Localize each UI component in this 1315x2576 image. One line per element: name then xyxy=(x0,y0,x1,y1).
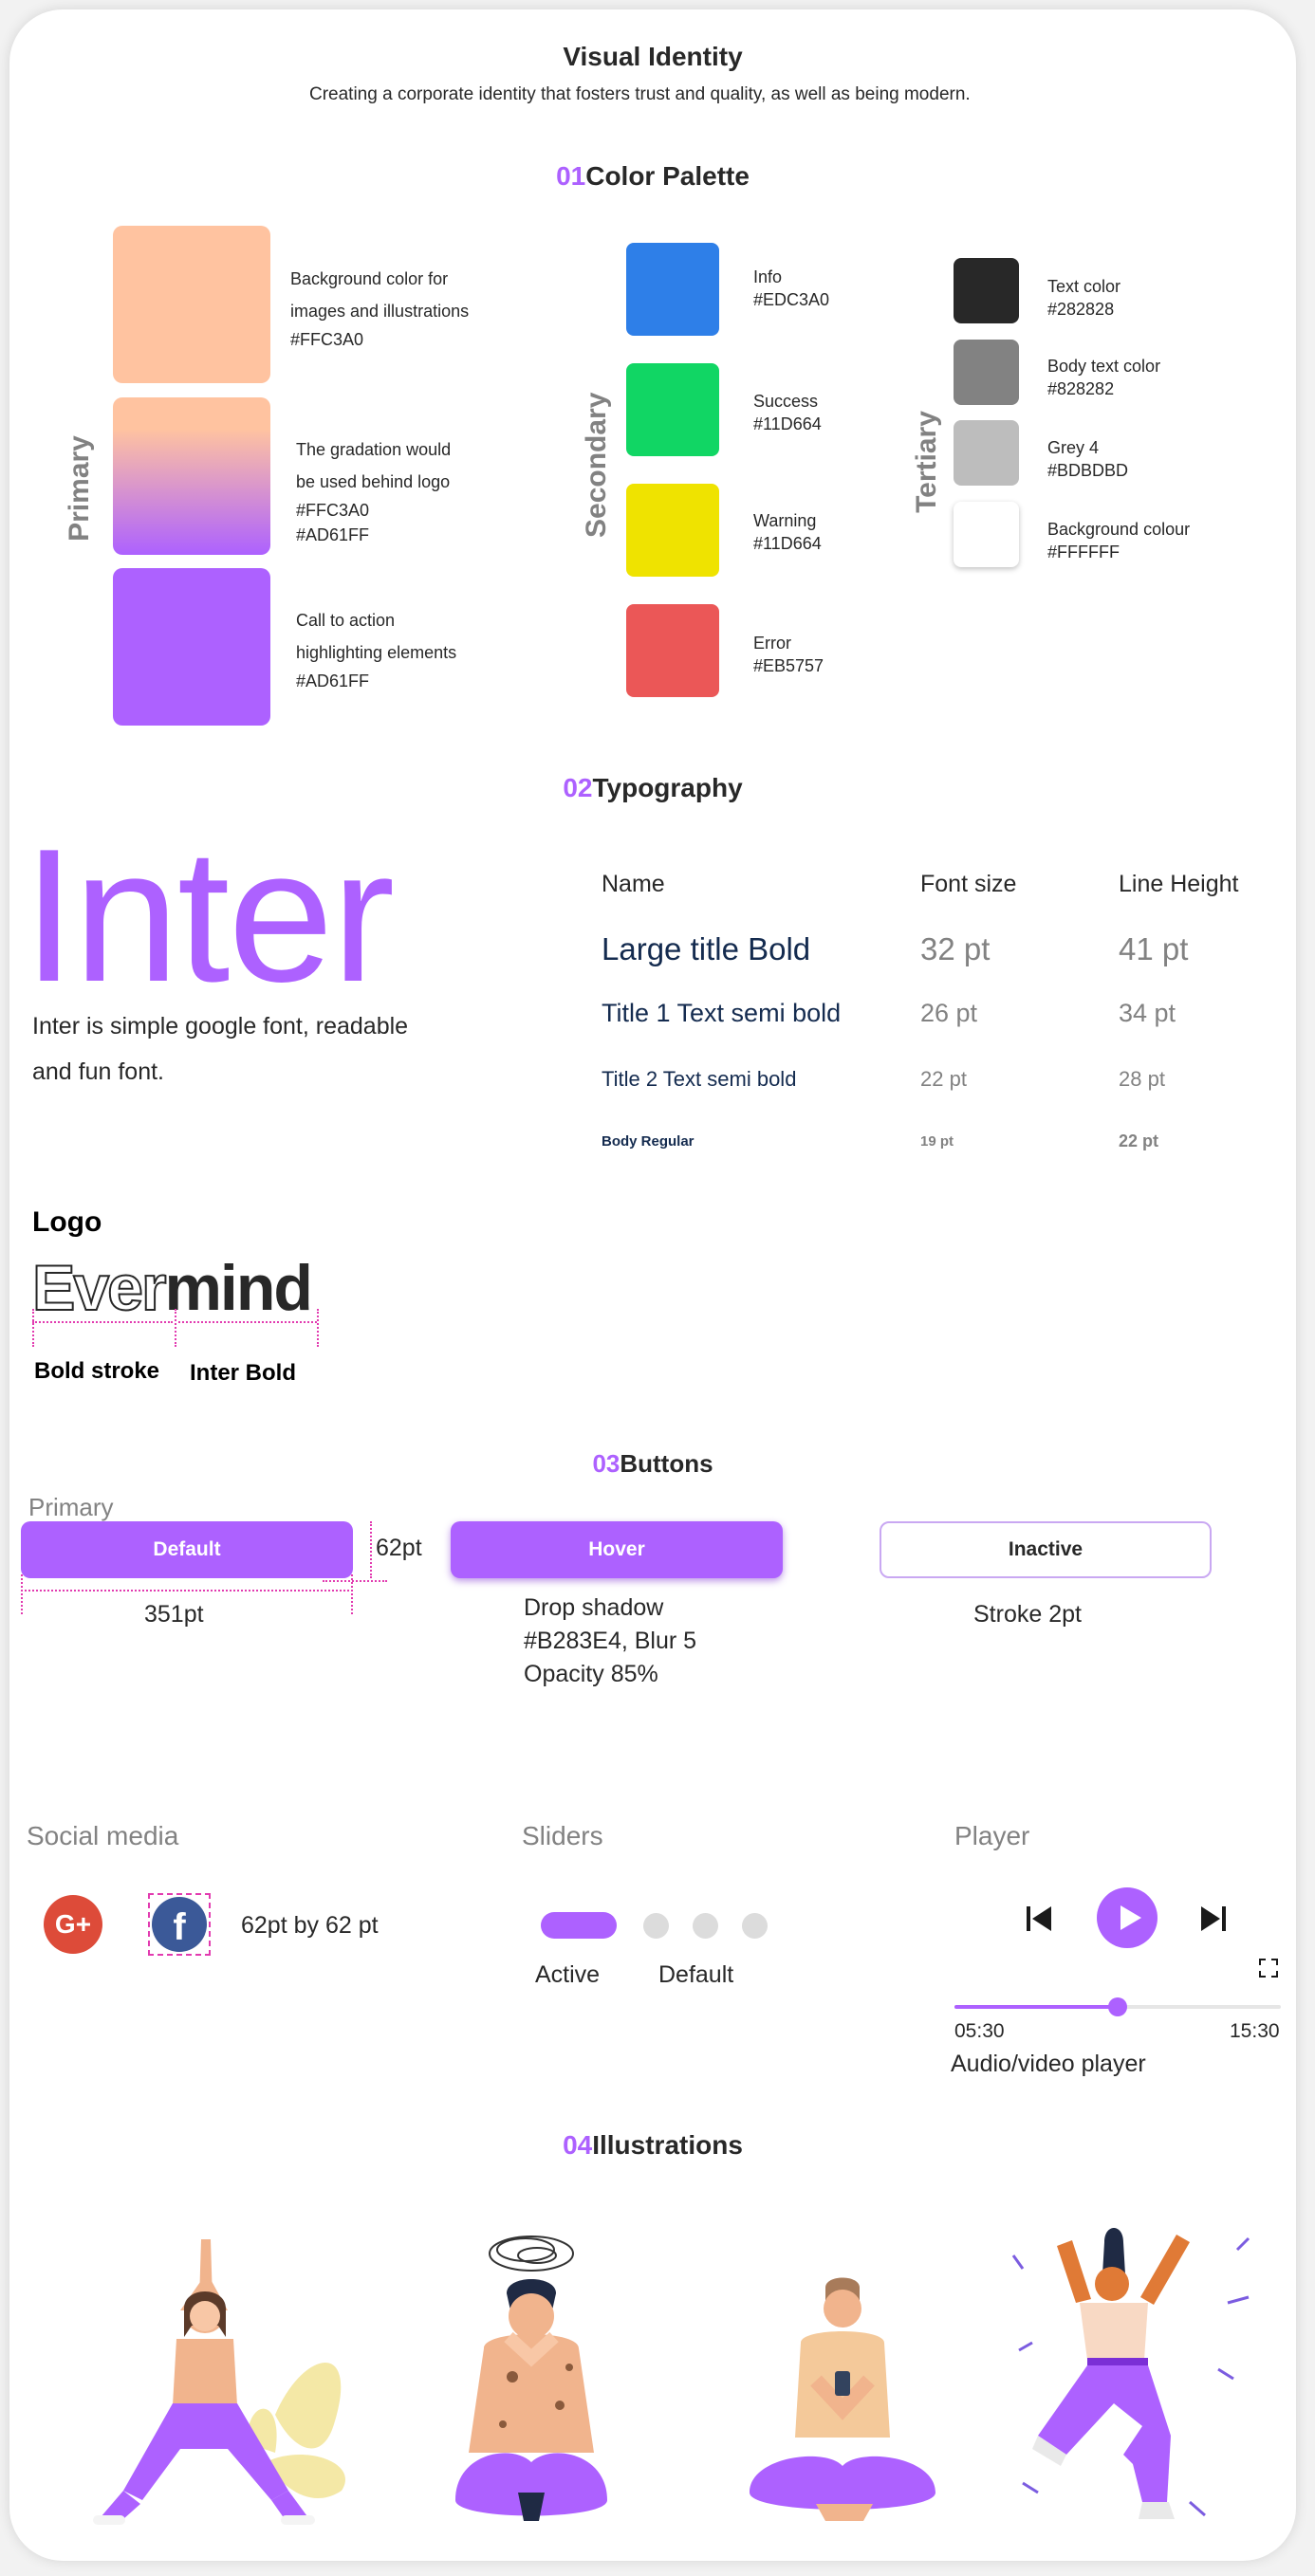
fullscreen-icon[interactable] xyxy=(1258,1958,1279,1978)
player-caption: Audio/video player xyxy=(951,2051,1146,2077)
swatch-warning xyxy=(626,484,719,577)
slider-active-label: Active xyxy=(535,1961,601,1988)
social-heading: Social media xyxy=(27,1821,179,1850)
row-title2-name: Title 2 Text semi bold xyxy=(602,1067,797,1091)
swatch-primary-cta xyxy=(113,568,270,726)
previous-icon[interactable] xyxy=(1023,1903,1055,1935)
section-heading-buttons: 03Buttons xyxy=(592,1449,713,1478)
facebook-icon[interactable]: f xyxy=(152,1897,207,1952)
slider-dot[interactable] xyxy=(693,1913,718,1939)
swatch-error xyxy=(626,604,719,697)
page-subtitle: Creating a corporate identity that foste… xyxy=(309,84,971,104)
section-heading-illustrations: 04Illustrations xyxy=(563,2130,743,2160)
player-heading: Player xyxy=(954,1821,1030,1850)
row-title1-name: Title 1 Text semi bold xyxy=(602,999,842,1027)
logo-dim-tick-b xyxy=(175,1309,176,1347)
inactive-button[interactable]: Inactive xyxy=(880,1521,1212,1578)
logo-wordmark: Evermind xyxy=(31,1252,313,1324)
row-body-line: 22 pt xyxy=(1119,1132,1159,1150)
logo-dim-tick-a xyxy=(32,1309,34,1347)
button-width-tick-left xyxy=(21,1574,23,1614)
hover-button[interactable]: Hover xyxy=(451,1521,783,1578)
row-large-title-size: 32 pt xyxy=(920,931,991,966)
slider-dot[interactable] xyxy=(742,1913,768,1939)
progress-track[interactable] xyxy=(954,1997,1281,2016)
button-height-dim xyxy=(370,1521,372,1578)
swatch-success-desc: Success #11D664 xyxy=(753,392,822,433)
row-title1-size: 26 pt xyxy=(920,999,978,1027)
buttons-primary-label: Primary xyxy=(28,1493,114,1521)
logo-label-stroke: Bold stroke xyxy=(34,1358,160,1384)
swatch-warning-desc: Warning #11D664 xyxy=(753,511,822,553)
logo-dim-line-2 xyxy=(178,1321,317,1323)
button-height-label: 62pt xyxy=(376,1535,422,1561)
col-line: Line Height xyxy=(1119,871,1239,897)
swatch-error-desc: Error #EB5757 xyxy=(753,634,824,675)
illustration-yoga-woman xyxy=(93,2239,345,2525)
row-large-title-line: 41 pt xyxy=(1119,931,1189,966)
row-body-size: 19 pt xyxy=(920,1133,954,1150)
swatch-primary-background-desc: Background color for images and illustra… xyxy=(290,269,470,349)
progress-fill xyxy=(954,2005,1118,2009)
row-large-title-name: Large title Bold xyxy=(602,931,811,966)
tertiary-label: Tertiary xyxy=(911,411,942,513)
google-plus-icon[interactable]: G+ xyxy=(44,1895,102,1954)
swatch-primary-gradient xyxy=(113,397,270,555)
row-title2-line: 28 pt xyxy=(1119,1067,1165,1091)
font-description: Inter is simple google font, readable an… xyxy=(32,1013,409,1085)
swatch-body-text xyxy=(954,340,1019,405)
inactive-stroke-spec: Stroke 2pt xyxy=(973,1601,1082,1628)
button-height-tick xyxy=(323,1580,387,1582)
button-width-dim xyxy=(21,1590,353,1592)
swatch-primary-cta-desc: Call to action highlighting elements #AD… xyxy=(296,611,457,690)
logo-bold-part: mind xyxy=(164,1252,312,1324)
section-heading-typography: 02Typography xyxy=(563,773,743,802)
swatch-info-desc: Info #EDC3A0 xyxy=(753,267,830,309)
swatch-grey4 xyxy=(954,420,1019,486)
illustration-dancing-woman xyxy=(1011,2228,1250,2519)
swatch-grey4-desc: Grey 4 #BDBDBD xyxy=(1047,438,1129,480)
logo-dim-line-1 xyxy=(32,1321,173,1323)
slider-dot-active[interactable] xyxy=(541,1912,617,1939)
font-specimen: Inter xyxy=(23,810,395,1021)
player-current-time: 05:30 xyxy=(954,2020,1005,2042)
swatch-background-desc: Background colour #FFFFFF xyxy=(1047,520,1191,561)
swatch-info xyxy=(626,243,719,336)
illustration-phone-man xyxy=(750,2277,935,2521)
illustration-stressed-man xyxy=(455,2236,607,2521)
social-size-label: 62pt by 62 pt xyxy=(241,1912,379,1939)
row-title1-line: 34 pt xyxy=(1119,999,1176,1027)
row-body-name: Body Regular xyxy=(602,1133,695,1150)
slider-default-label: Default xyxy=(658,1961,734,1988)
swatch-body-text-desc: Body text color #828282 xyxy=(1047,357,1161,398)
visual-identity-board: Visual Identity Creating a corporate ide… xyxy=(9,9,1296,2561)
default-button[interactable]: Default xyxy=(21,1521,353,1578)
sliders-heading: Sliders xyxy=(522,1821,603,1850)
hover-shadow-spec: Drop shadow #B283E4, Blur 5 Opacity 85% xyxy=(524,1594,697,1687)
swatch-success xyxy=(626,363,719,456)
swatch-text-color-desc: Text color #282828 xyxy=(1047,277,1121,319)
swatch-primary-gradient-desc: The gradation would be used behind logo … xyxy=(296,440,452,544)
swatch-primary-background xyxy=(113,226,270,383)
swatch-text-color xyxy=(954,258,1019,323)
progress-knob[interactable] xyxy=(1108,1997,1127,2016)
page-title: Visual Identity xyxy=(563,42,743,71)
primary-label: Primary xyxy=(64,435,95,542)
slider-dot[interactable] xyxy=(643,1913,669,1939)
play-icon xyxy=(1121,1905,1141,1930)
swatch-background xyxy=(954,502,1019,567)
button-width-label: 351pt xyxy=(144,1601,204,1628)
col-size: Font size xyxy=(920,871,1017,897)
row-title2-size: 22 pt xyxy=(920,1067,967,1091)
secondary-label: Secondary xyxy=(581,392,612,538)
logo-label-bold: Inter Bold xyxy=(190,1360,296,1386)
next-icon[interactable] xyxy=(1197,1903,1230,1935)
col-name: Name xyxy=(602,871,665,897)
logo-stroke-part: Ever xyxy=(31,1252,167,1324)
player-total-time: 15:30 xyxy=(1230,2020,1280,2042)
section-heading-color: 01Color Palette xyxy=(556,161,750,191)
logo-dim-tick-c xyxy=(317,1309,319,1347)
play-button[interactable] xyxy=(1097,1887,1158,1948)
logo-heading: Logo xyxy=(32,1206,102,1238)
